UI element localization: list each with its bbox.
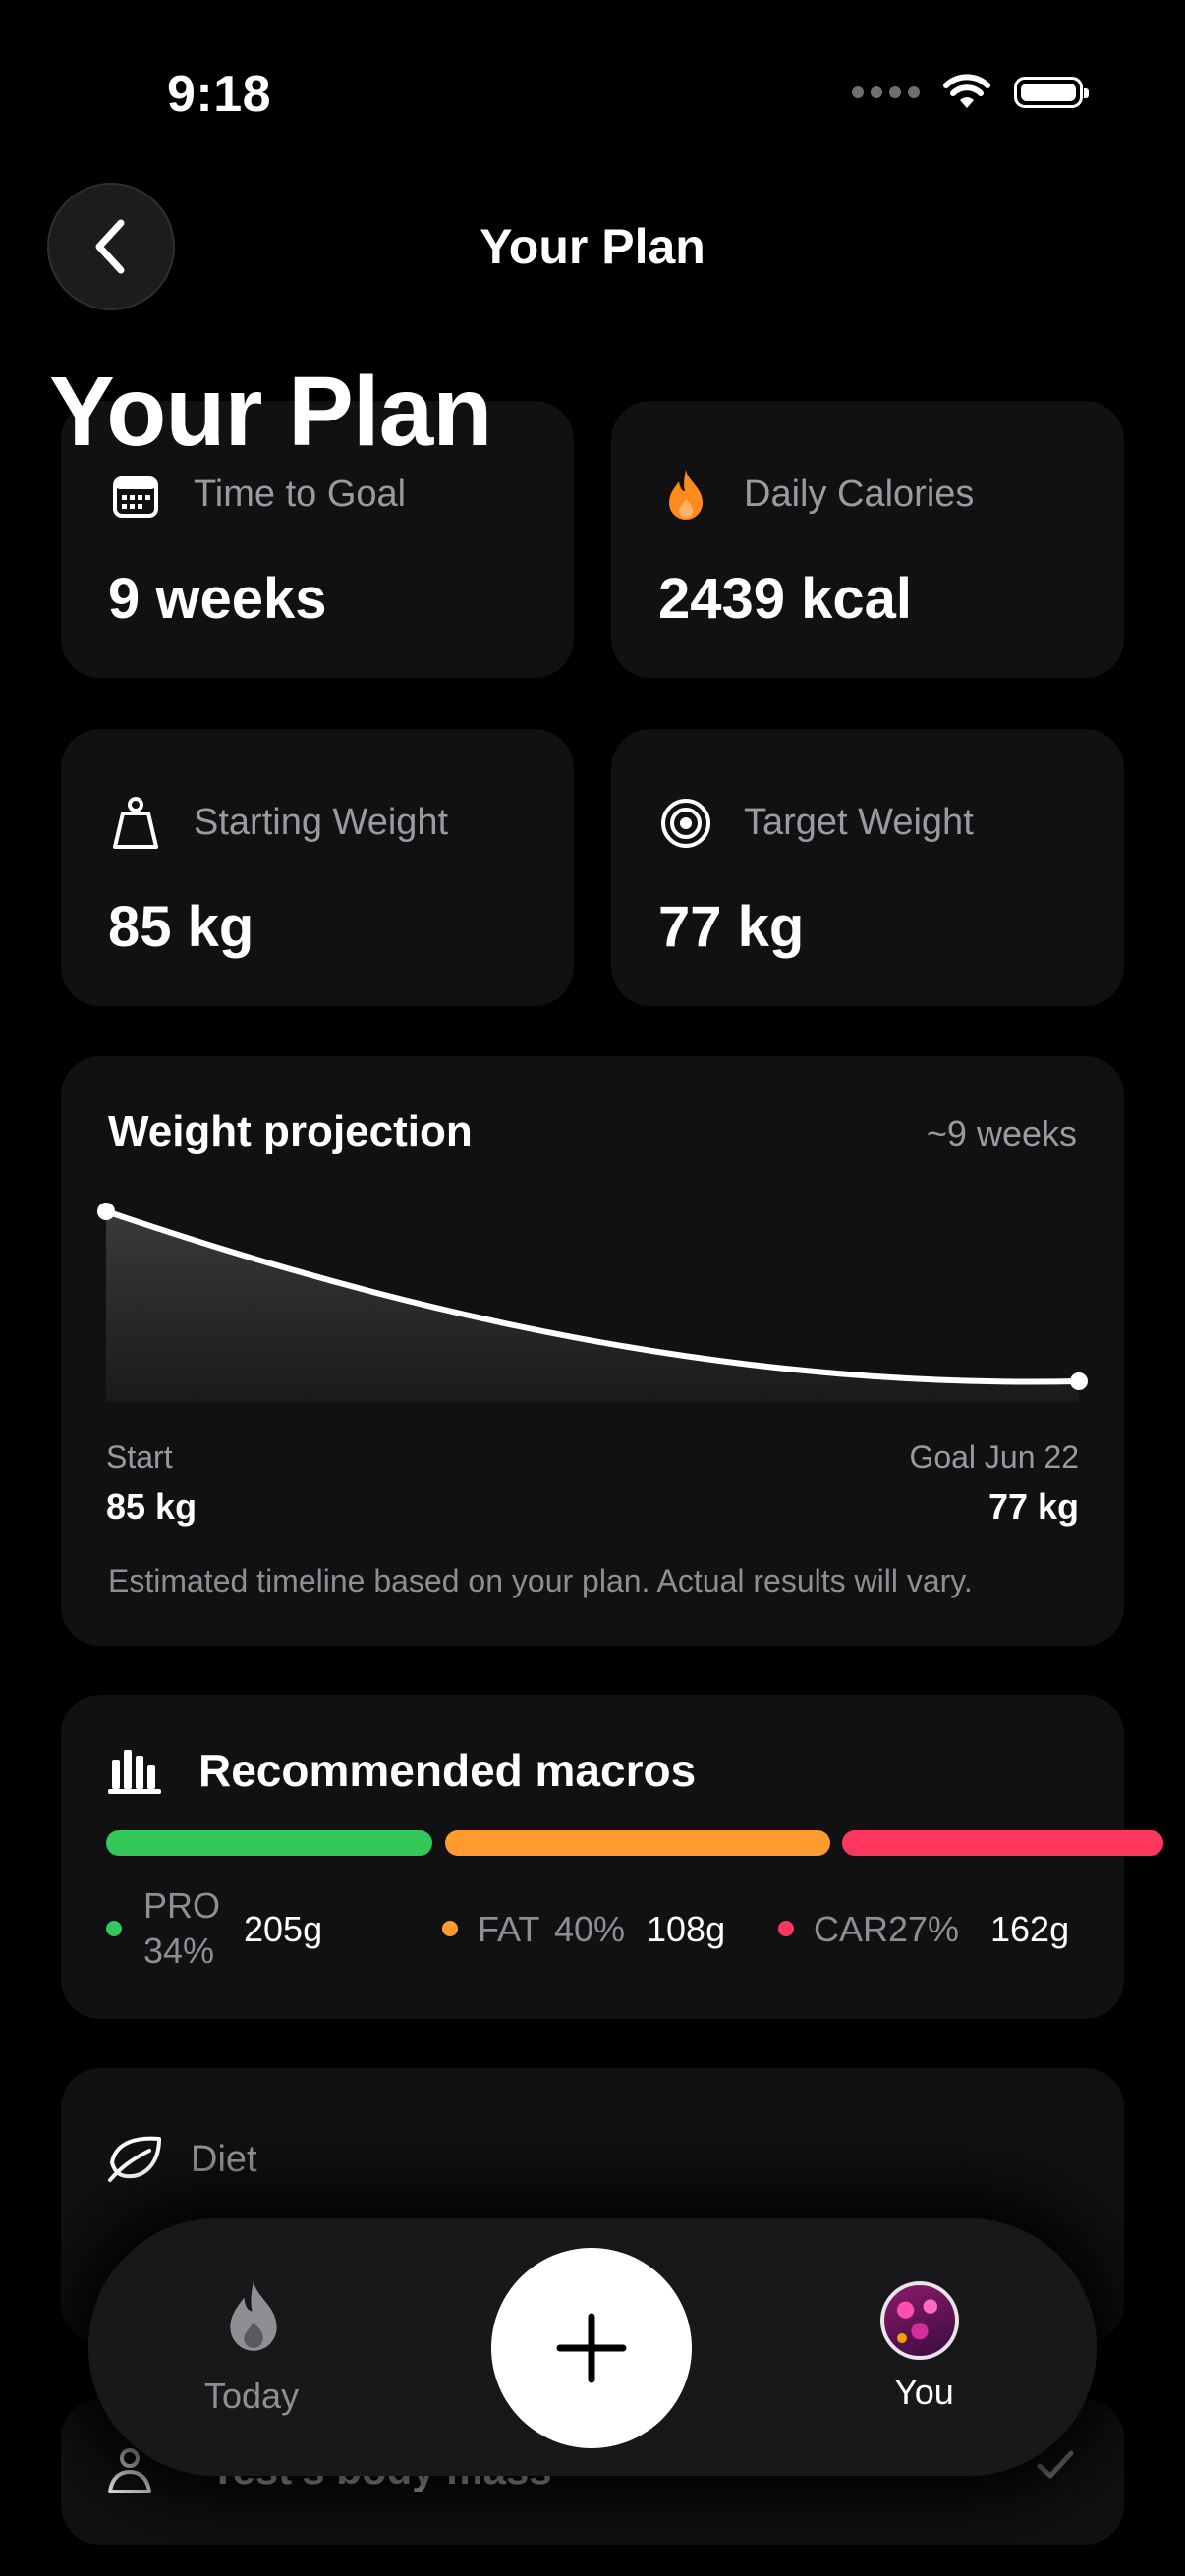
macro-bar-protein — [106, 1830, 432, 1856]
target-icon — [658, 796, 713, 851]
tab-you-label: You — [894, 2372, 954, 2412]
stat-label: Time to Goal — [194, 474, 407, 515]
flame-icon — [658, 468, 713, 523]
projection-title: Weight projection — [108, 1107, 473, 1155]
stat-value: 85 kg — [108, 895, 254, 959]
protein-dot — [106, 1921, 122, 1936]
tab-you[interactable]: You — [861, 2277, 998, 2435]
carbs-name: CAR — [814, 1909, 889, 1949]
carbs-dot — [778, 1921, 794, 1936]
add-button[interactable] — [491, 2248, 692, 2448]
start-value: 85 kg — [106, 1486, 198, 1527]
start-label: Start — [106, 1439, 173, 1475]
cellular-signal-icon — [852, 86, 920, 98]
macros-card: Recommended macros PRO 34% 205g FAT 40% … — [61, 1695, 1163, 2019]
flame-icon — [230, 2280, 277, 2351]
leaf-icon — [108, 2136, 161, 2182]
weight-icon — [108, 796, 163, 851]
fat-dot — [442, 1921, 458, 1936]
protein-name: PRO — [143, 1885, 221, 1926]
carbs-grams: 162g — [990, 1909, 1070, 1949]
stat-value: 9 weeks — [108, 567, 327, 631]
stat-card-target-weight: Target Weight 77 kg — [611, 729, 1124, 1006]
battery-icon — [1014, 77, 1089, 108]
tab-today[interactable]: Today — [187, 2277, 324, 2435]
tab-bar: Today You — [88, 2218, 1097, 2476]
start-point — [97, 1203, 115, 1220]
stat-card-starting-weight: Starting Weight 85 kg — [61, 729, 574, 1006]
fat-grams: 108g — [647, 1909, 726, 1949]
bar-chart-icon — [108, 1750, 161, 1794]
diet-label: Diet — [191, 2139, 257, 2180]
wifi-icon — [943, 74, 990, 108]
macro-bar-fat — [445, 1830, 830, 1856]
stat-label: Target Weight — [744, 802, 974, 843]
stat-value: 2439 kcal — [658, 567, 913, 631]
stat-label: Daily Calories — [744, 474, 975, 515]
projection-area — [106, 1211, 1079, 1402]
stat-value: 77 kg — [658, 895, 805, 959]
fat-name: FAT — [478, 1909, 540, 1949]
projection-duration: ~9 weeks — [926, 1113, 1077, 1153]
carbs-percent: 27% — [888, 1909, 960, 1949]
macros-title: Recommended macros — [198, 1745, 697, 1796]
protein-grams: 205g — [244, 1909, 323, 1949]
plus-icon — [556, 2313, 627, 2383]
goal-point — [1070, 1372, 1088, 1390]
status-icons — [852, 73, 1089, 112]
status-time: 9:18 — [167, 66, 272, 123]
stat-label: Starting Weight — [194, 802, 449, 843]
fat-percent: 40% — [554, 1909, 626, 1949]
checkmark-icon — [1037, 2450, 1074, 2479]
projection-note: Estimated timeline based on your plan. A… — [108, 1563, 973, 1598]
nav-title: Your Plan — [480, 219, 705, 274]
stat-card-daily-calories: Daily Calories 2439 kcal — [611, 401, 1124, 678]
calendar-icon — [108, 468, 163, 523]
goal-label: Goal Jun 22 — [909, 1439, 1079, 1475]
weight-projection-card: Weight projection ~9 weeks Start 85 kg G… — [61, 1056, 1124, 1646]
protein-percent: 34% — [143, 1931, 215, 1971]
goal-value: 77 kg — [988, 1486, 1079, 1527]
macro-bar-carbs — [842, 1830, 1163, 1856]
page-title: Your Plan — [49, 357, 492, 467]
avatar — [880, 2281, 959, 2360]
tab-today-label: Today — [204, 2376, 300, 2416]
